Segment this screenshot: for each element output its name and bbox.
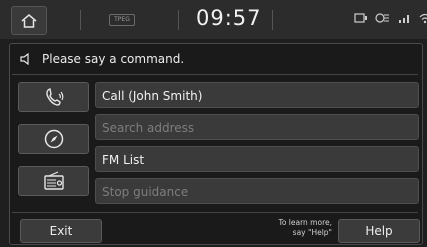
- command-call[interactable]: Call (John Smith): [95, 82, 419, 108]
- tpeg-badge: TPEG: [109, 14, 135, 26]
- status-separator: [272, 10, 273, 30]
- status-bar: TPEG 09:57: [0, 0, 427, 39]
- signal-icon: [399, 14, 409, 23]
- navigation-button[interactable]: [18, 124, 89, 154]
- voice-command-screen: TPEG 09:57 Please say a command. Call (J…: [0, 0, 427, 247]
- phone-connected-icon: [375, 13, 389, 23]
- help-hint-line2: say "Help": [292, 228, 332, 237]
- command-stop-guidance[interactable]: Stop guidance: [95, 178, 419, 204]
- clock: 09:57: [196, 6, 262, 30]
- phone-icon: [45, 88, 63, 106]
- phone-button[interactable]: [18, 82, 89, 112]
- home-icon: [21, 13, 37, 28]
- prompt-text: Please say a command.: [42, 52, 185, 66]
- command-fm-list[interactable]: FM List: [95, 146, 419, 172]
- help-hint: To learn more, say "Help": [252, 218, 332, 238]
- compass-icon: [44, 129, 63, 149]
- media-icon: [354, 13, 367, 23]
- help-hint-line1: To learn more,: [278, 218, 332, 227]
- speaker-icon: [20, 53, 29, 65]
- divider: [12, 74, 418, 75]
- status-icons: [354, 12, 427, 24]
- radio-button[interactable]: [18, 166, 89, 196]
- home-button[interactable]: [11, 6, 47, 35]
- status-separator: [80, 10, 81, 30]
- radio-icon: [43, 171, 64, 190]
- command-search-address[interactable]: Search address: [95, 114, 419, 140]
- wifi-icon: [419, 13, 427, 23]
- help-button[interactable]: Help: [338, 219, 420, 243]
- voice-prompt: Please say a command.: [20, 47, 184, 71]
- status-separator: [178, 10, 179, 30]
- divider: [12, 212, 418, 213]
- exit-button[interactable]: Exit: [20, 219, 102, 243]
